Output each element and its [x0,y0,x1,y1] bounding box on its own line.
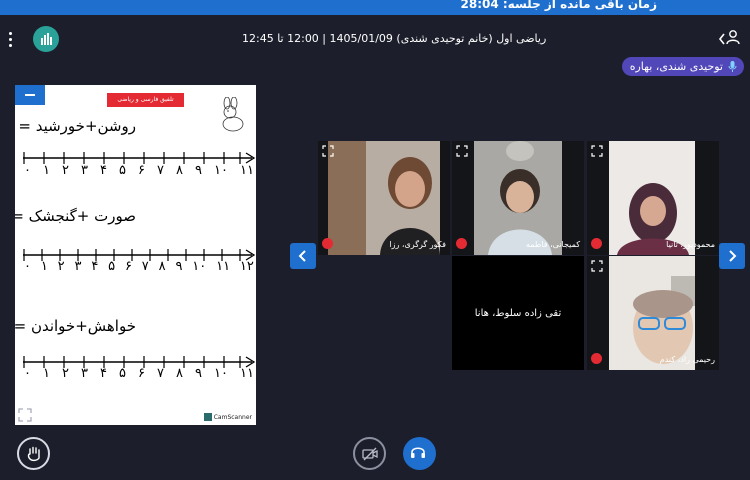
next-page-button[interactable] [719,243,745,269]
equation-3: خواهش+خواندن = [15,317,136,335]
camera-off-icon [362,447,378,461]
stats-icon[interactable] [33,26,59,52]
time-remaining: زمان باقی مانده از جلسه: 28:04 [460,0,658,11]
participant-tile[interactable]: تقی زاده سلوط، هانا [452,256,584,370]
session-timer-bar: زمان باقی مانده از جلسه: 28:04 [0,0,750,15]
participant-video [587,256,719,370]
participant-tile[interactable]: فکور گرگری، رزا [318,141,450,255]
equation-2: صورت +گنجشک = [15,207,136,225]
chevron-left-icon [298,250,306,262]
rabbit-illustration [222,97,244,132]
number-labels-2: ۰ ۱ ۲ ۳ ۴ ۵ ۶ ۷ ۸ ۹ ۱۰ ۱۱ ۱۲ [24,259,254,274]
participant-video [587,141,719,255]
mic-muted-icon [456,238,467,249]
meeting-title: ریاضی اول (خانم توحیدی شندی) 1405/01/09 … [242,32,547,45]
participant-name: کمیجانی، فاطمه [525,240,580,249]
chevron-right-icon [729,250,737,262]
mic-muted-icon [591,353,602,364]
fullscreen-icon[interactable] [456,145,468,157]
participant-name: رحیمی راد، کندم [659,355,715,364]
microphone-icon [728,61,737,72]
worksheet-tag: تلفیق فارسی و ریاضی [107,93,184,107]
participant-name: محمودپور، تانیا [666,240,715,249]
active-speaker-name: توحیدی شندی، بهاره [629,60,723,73]
participant-name: تقی زاده سلوط، هانا [474,307,562,319]
number-labels-1: ۰ ۱ ۲ ۳ ۴ ۵ ۶ ۷ ۸ ۹ ۱۰ ۱۱ [24,163,254,178]
active-speaker-badge: توحیدی شندی، بهاره [621,57,744,76]
participant-video [318,141,450,255]
audio-button[interactable] [403,437,436,470]
chevron-left-icon[interactable] [718,32,726,46]
participant-name: فکور گرگری، رزا [389,240,446,249]
hand-icon [27,446,40,462]
fullscreen-icon[interactable] [322,145,334,157]
fullscreen-icon[interactable] [591,260,603,272]
raise-hand-button[interactable] [17,437,50,470]
participant-video [452,141,584,255]
headphones-icon [411,447,425,458]
fullscreen-icon[interactable] [18,408,32,422]
camera-toggle-button[interactable] [353,437,386,470]
mic-muted-icon [591,238,602,249]
fullscreen-icon[interactable] [591,145,603,157]
camscanner-watermark: CamScanner [203,413,252,421]
participant-tile[interactable]: رحیمی راد، کندم [587,256,719,370]
minimize-share-button[interactable] [15,85,45,105]
equation-1: روشن+خورشید = [18,117,136,135]
more-options-icon[interactable] [9,32,19,48]
number-labels-3: ۰ ۱ ۲ ۳ ۴ ۵ ۶ ۷ ۸ ۹ ۱۰ ۱۱ [24,366,254,381]
camscanner-logo [203,413,212,421]
participant-tile[interactable]: محمودپور، تانیا [587,141,719,255]
shared-screen: تلفیق فارسی و ریاضی روشن+خورشید = ۰۱۲۳۴۵… [15,85,256,425]
participant-tile[interactable]: کمیجانی، فاطمه [452,141,584,255]
mic-muted-icon [322,238,333,249]
previous-page-button[interactable] [290,243,316,269]
meeting-header: ریاضی اول (خانم توحیدی شندی) 1405/01/09 … [0,15,750,57]
user-icon[interactable] [726,29,740,45]
